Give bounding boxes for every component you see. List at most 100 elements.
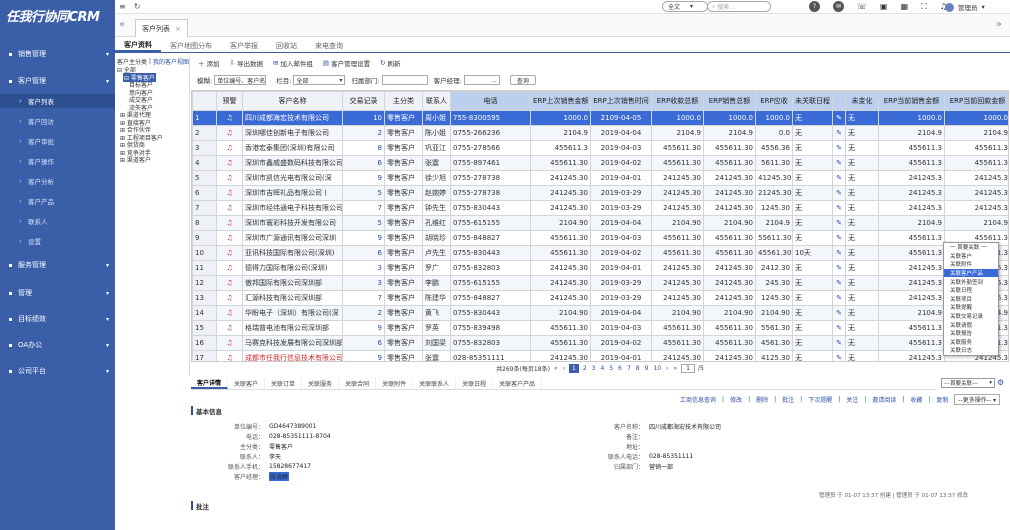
- grid-header[interactable]: 交易记录: [342, 91, 385, 111]
- transaction-count-cell[interactable]: 5: [342, 215, 385, 231]
- search-input[interactable]: ⌕ 搜索...: [707, 1, 771, 12]
- customer-name-cell[interactable]: 格瑞普电池有限公司深圳部: [242, 320, 343, 336]
- toolbar-button-2[interactable]: ✉ 加入邮件组: [269, 57, 317, 69]
- grid-header[interactable]: ERP销售总额: [703, 91, 756, 111]
- user-menu[interactable]: 管理员 ▾: [945, 2, 985, 12]
- first-page-icon[interactable]: «: [553, 365, 559, 372]
- detail-tab-4[interactable]: 关联合同: [339, 378, 377, 389]
- column-select[interactable]: 全部 ▾: [293, 75, 346, 85]
- customer-name-cell[interactable]: 四川成都海宏技术有限公司: [242, 110, 343, 126]
- next-page-icon[interactable]: ›: [665, 365, 669, 372]
- context-menu-item[interactable]: 关联客户: [944, 252, 998, 261]
- prev-page-icon[interactable]: ‹: [562, 365, 566, 372]
- table-row[interactable]: 11 ♫ 德得力国际有限公司(深圳) 3 零售客户 罗广 0755-832803 241245…: [192, 260, 1008, 276]
- action-2[interactable]: 删除: [756, 395, 768, 404]
- transaction-count-cell[interactable]: 2: [342, 125, 385, 141]
- toolbar-button-4[interactable]: ↻ 刷新: [376, 57, 404, 69]
- sidebar-item-b4[interactable]: ▪ 公司平台 ▾: [0, 364, 115, 378]
- table-row[interactable]: 9 ♫ 深圳市广源通讯有限公司深圳 9 零售客户 胡晓珍 0755-848827 455611…: [192, 230, 1008, 246]
- transaction-count-cell[interactable]: 10: [342, 110, 385, 126]
- subtab-1[interactable]: 客户地图分布: [161, 40, 221, 52]
- transaction-count-cell[interactable]: 3: [342, 275, 385, 291]
- context-menu-item[interactable]: 关联报告: [944, 329, 998, 338]
- grid-header[interactable]: ERP上次销售金额: [530, 91, 591, 111]
- context-menu-item[interactable]: 关联项目: [944, 295, 998, 304]
- subtab-4[interactable]: 来电查询: [306, 40, 352, 52]
- edit-icon[interactable]: ✎: [832, 305, 846, 321]
- edit-icon[interactable]: ✎: [832, 215, 846, 231]
- edit-icon[interactable]: ✎: [832, 230, 846, 246]
- context-menu-item[interactable]: 关联客户产品: [944, 268, 998, 278]
- customer-name-cell[interactable]: 华盼电子（深圳）有限公司(深: [242, 305, 343, 321]
- page-7[interactable]: 7: [626, 365, 632, 372]
- grid-header[interactable]: 未变化: [845, 91, 879, 111]
- sidebar-item-b3[interactable]: ▪ OA办公 ▾: [0, 338, 115, 352]
- toolbar-button-0[interactable]: ＋添加: [194, 57, 224, 69]
- customer-name-cell[interactable]: 傲邦国际有限公司深圳部: [242, 275, 343, 291]
- customer-name-cell[interactable]: 深圳市凯信光电有限公司(深: [242, 170, 343, 186]
- page-4[interactable]: 4: [599, 365, 605, 372]
- transaction-count-cell[interactable]: 9: [342, 170, 385, 186]
- edit-icon[interactable]: ✎: [832, 320, 846, 336]
- sidebar-item-b2[interactable]: ▪ 目标绩效 ▾: [0, 312, 115, 326]
- toolbar-button-1[interactable]: ⇩ 导出数据: [226, 57, 267, 69]
- grid-header[interactable]: [832, 91, 846, 111]
- customer-name-cell[interactable]: 德得力国际有限公司(深圳): [242, 260, 343, 276]
- grid-header[interactable]: 电话: [450, 91, 531, 111]
- table-row[interactable]: 3 ♫ 香港宏泰集团(深圳)有限公司 8 零售客户 巩亚江 0755-278566 45561…: [192, 140, 1008, 156]
- page-3[interactable]: 3: [591, 365, 597, 372]
- transaction-count-cell[interactable]: 9: [342, 320, 385, 336]
- fuzzy-input[interactable]: 单位编号、客户名称: [214, 75, 267, 85]
- transaction-count-cell[interactable]: 9: [342, 230, 385, 246]
- prev-tab-icon[interactable]: «: [119, 19, 125, 30]
- table-row[interactable]: 12 ♫ 傲邦国际有限公司深圳部 3 零售客户 李鹏 0755-615155 241245.3…: [192, 275, 1008, 291]
- context-menu-item[interactable]: 关联日程: [944, 286, 998, 295]
- table-row[interactable]: 10 ♫ 亚讯科技国际有限公司(深圳) 6 零售客户 卢先生 0755-830443 4556…: [192, 245, 1008, 261]
- context-menu-item[interactable]: 关联外勤签到: [944, 277, 998, 286]
- page-8[interactable]: 8: [635, 365, 641, 372]
- table-row[interactable]: 15 ♫ 格瑞普电池有限公司深圳部 9 零售客户 罗英 0755-839498 455611.…: [192, 320, 1008, 336]
- edit-icon[interactable]: ✎: [832, 290, 846, 306]
- transaction-count-cell[interactable]: 6: [342, 155, 385, 171]
- grid-header[interactable]: 联系人: [422, 91, 451, 111]
- query-button[interactable]: 查询: [509, 75, 536, 85]
- page-input[interactable]: 1: [681, 364, 695, 373]
- next-tab-icon[interactable]: »: [996, 19, 1002, 30]
- toolbar-button-3[interactable]: ▤ 客户管理设置: [319, 57, 374, 69]
- subtab-2[interactable]: 客户举报: [221, 40, 267, 52]
- transaction-count-cell[interactable]: 6: [342, 335, 385, 351]
- edit-icon[interactable]: ✎: [832, 350, 846, 361]
- edit-icon[interactable]: ✎: [832, 260, 846, 276]
- detail-tab-6[interactable]: 关联联系人: [413, 378, 457, 389]
- page-9[interactable]: 9: [644, 365, 650, 372]
- grid-header[interactable]: ERP应收: [755, 91, 793, 111]
- phone-icon[interactable]: ☏: [857, 2, 867, 11]
- sidebar-sub-1[interactable]: › 客户回访: [0, 114, 115, 128]
- lock-icon[interactable]: ▣: [880, 2, 888, 11]
- customer-name-cell[interactable]: 深圳市鑫威盛数码科技有限公司: [242, 155, 343, 171]
- grid-header[interactable]: [192, 91, 217, 111]
- customer-name-cell[interactable]: 香港宏泰集团(深圳)有限公司: [242, 140, 343, 156]
- detail-tab-3[interactable]: 关联服务: [302, 378, 340, 389]
- table-row[interactable]: 8 ♫ 深圳市寰彩科技开发有限公司 5 零售客户 孔维红 0755-615155 2104.9…: [192, 215, 1008, 231]
- action-1[interactable]: 修改: [730, 395, 742, 404]
- action-3[interactable]: 批注: [782, 395, 794, 404]
- sidebar-sub-0[interactable]: › 客户列表: [0, 94, 115, 108]
- customer-name-cell[interactable]: 深圳市吉辉礼品有限公司 (: [242, 185, 343, 201]
- context-menu-item[interactable]: 关联服务: [944, 338, 998, 347]
- edit-icon[interactable]: ✎: [832, 185, 846, 201]
- edit-icon[interactable]: ✎: [832, 110, 846, 126]
- table-row[interactable]: 6 ♫ 深圳市吉辉礼品有限公司 (5 零售客户 赵婉婷 0755-278738 241245…: [192, 185, 1008, 201]
- detail-tab-2[interactable]: 关联订单: [265, 378, 303, 389]
- transaction-count-cell[interactable]: 9: [342, 350, 385, 361]
- detail-tab-8[interactable]: 关联客户产品: [493, 378, 543, 389]
- grid-header[interactable]: ERP上次销售时间: [590, 91, 652, 111]
- sidebar-sub-3[interactable]: › 客户操作: [0, 154, 115, 168]
- grid-header[interactable]: 主分类: [384, 91, 423, 111]
- menu-icon[interactable]: ≡: [119, 2, 126, 11]
- table-row[interactable]: 7 ♫ 深圳市经纬通电子科技有限公司 7 零售客户 钟先生 0755-830443 24124…: [192, 200, 1008, 216]
- table-row[interactable]: 13 ♫ 汇源科技有限公司深圳部 7 零售客户 陈建华 0755-848827 241245.…: [192, 290, 1008, 306]
- customer-name-cell[interactable]: 深圳市经纬通电子科技有限公司: [242, 200, 343, 216]
- edit-icon[interactable]: ✎: [832, 335, 846, 351]
- sidebar-item-b1[interactable]: ▪ 管理 ▾: [0, 286, 115, 300]
